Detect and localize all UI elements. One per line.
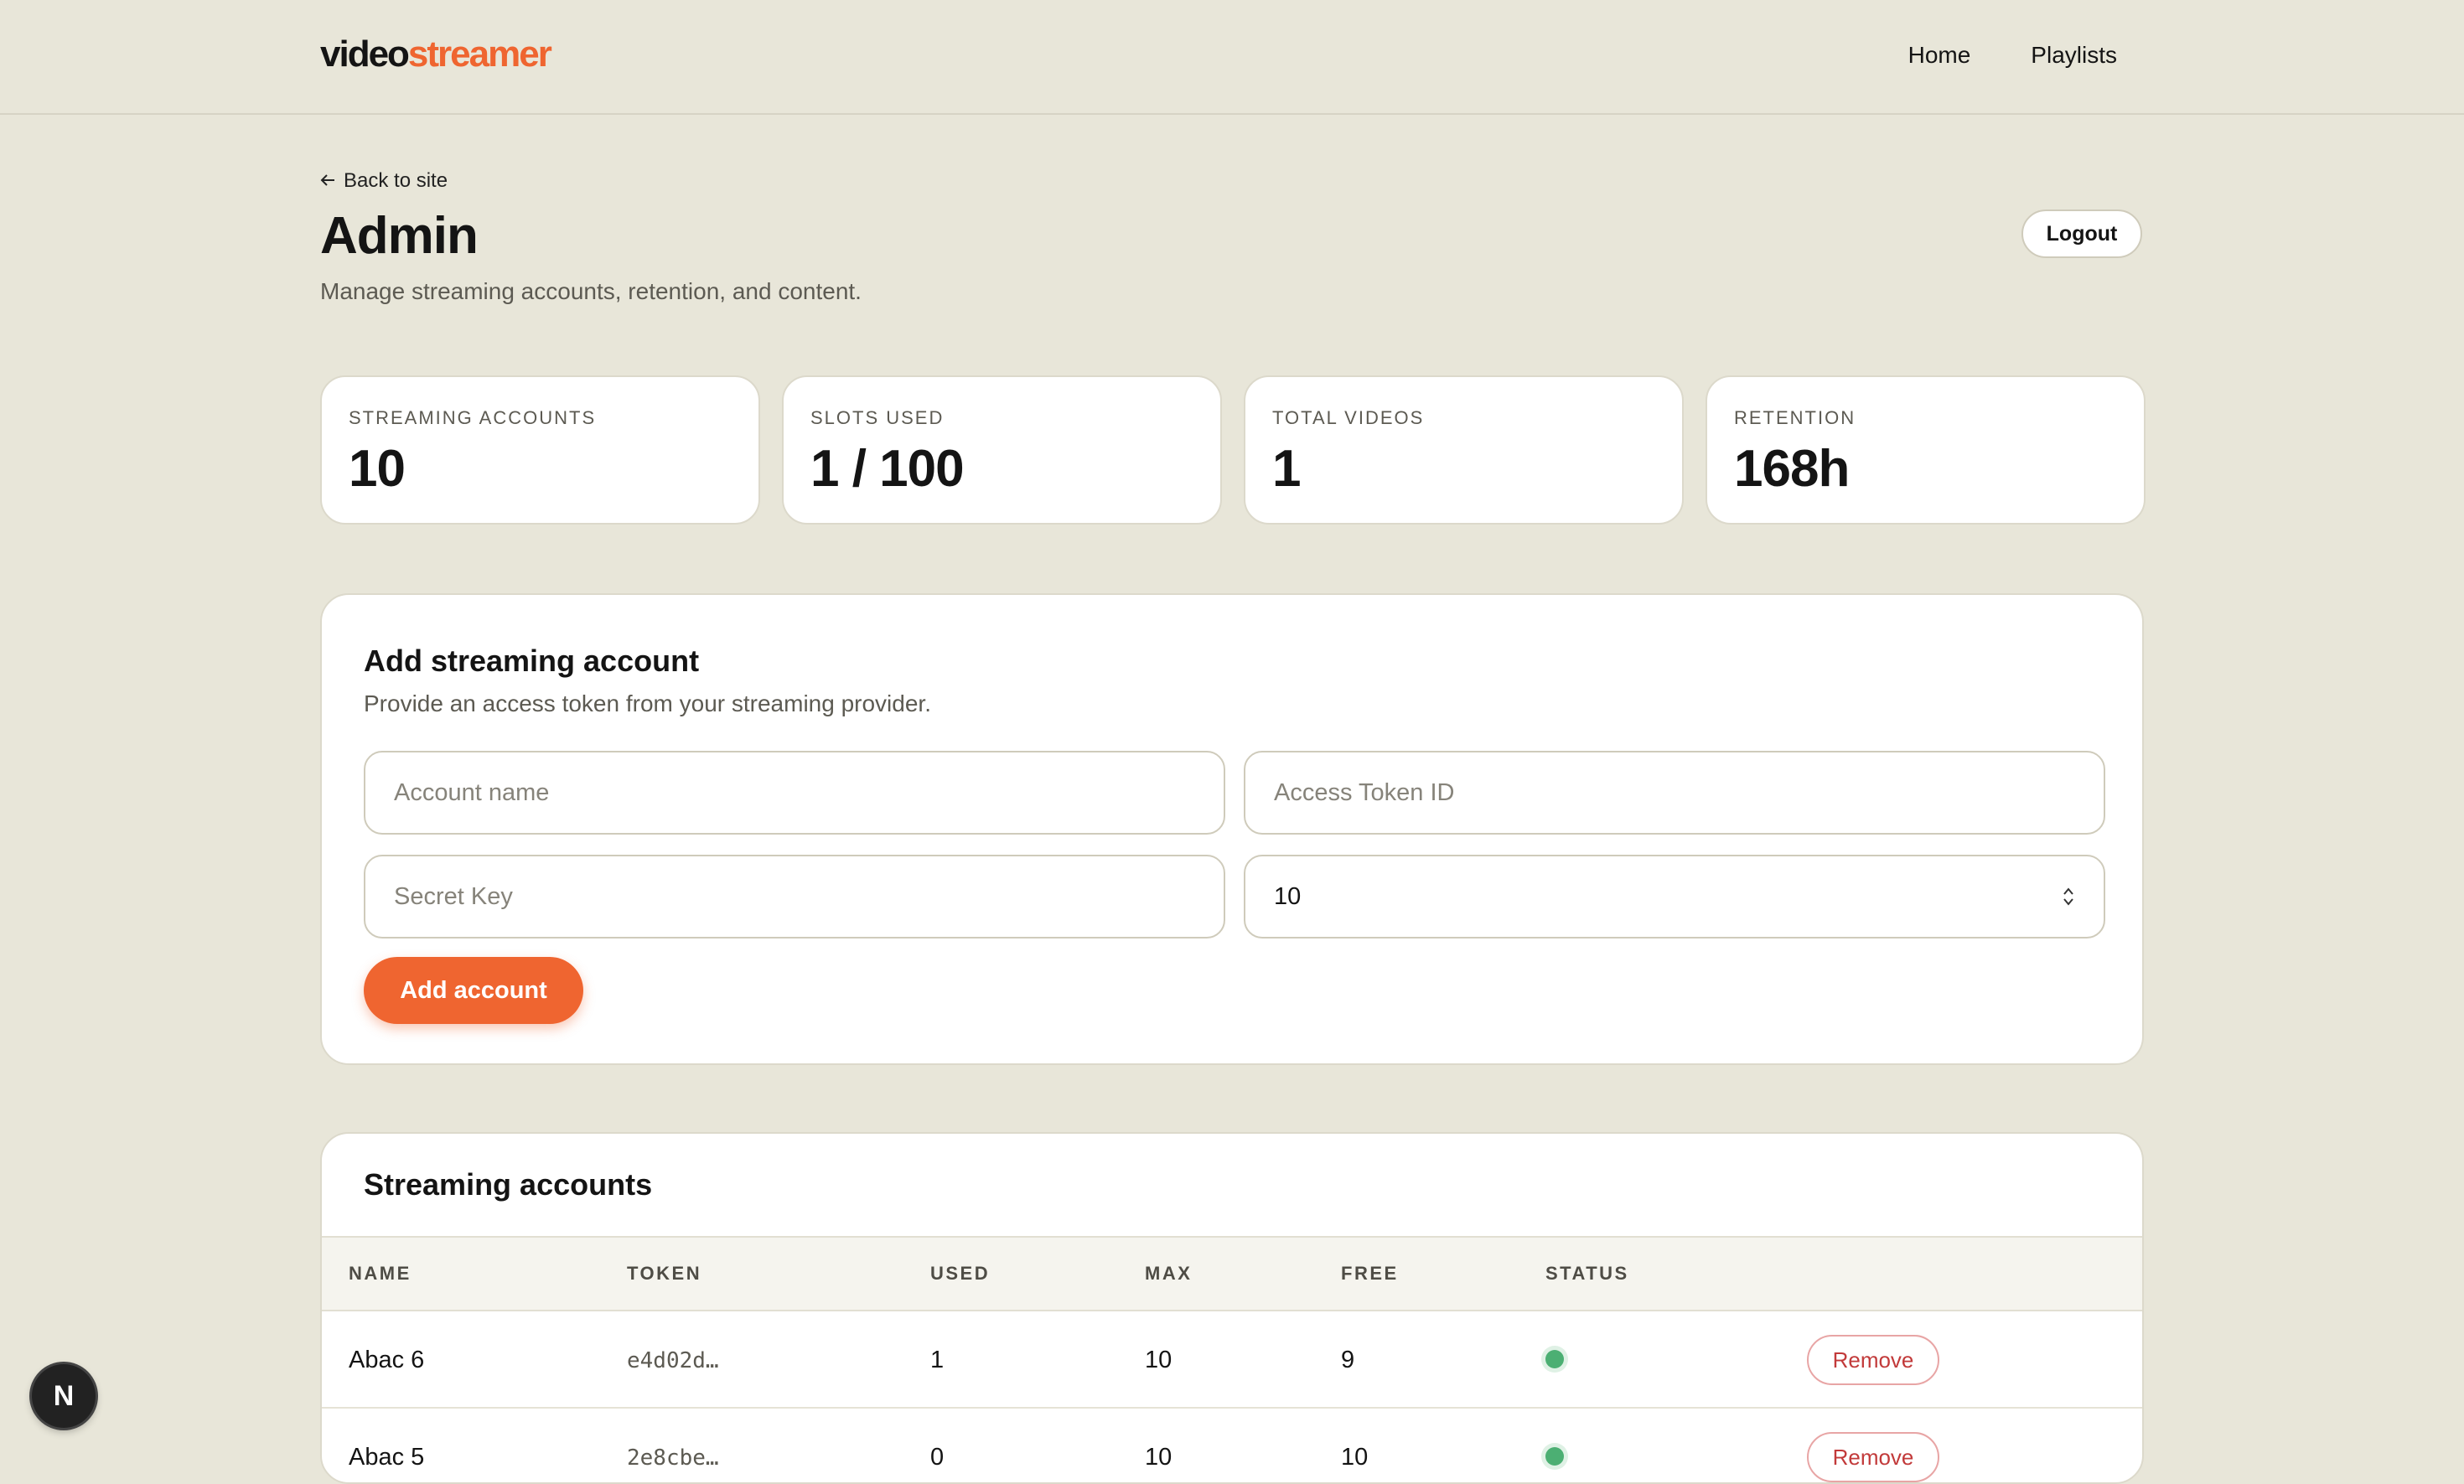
page-subtitle: Manage streaming accounts, retention, an… (320, 278, 862, 304)
logo-text-video: video (320, 34, 410, 75)
account-name: Abac 5 (349, 1444, 425, 1471)
dev-tools-badge[interactable]: N (32, 1364, 96, 1428)
column-header-free: FREE (1341, 1263, 1399, 1284)
add-account-description: Provide an access token from your stream… (364, 690, 931, 716)
account-name-input[interactable] (364, 751, 1225, 835)
logo-text-streamer: streamer (407, 34, 552, 75)
stat-card-retention: RETENTION 168h (1706, 375, 2146, 525)
secret-key-input[interactable] (364, 855, 1225, 938)
remove-account-button[interactable]: Remove (1807, 1335, 1939, 1385)
status-active-dot (1545, 1447, 1564, 1466)
stat-value: 1 / 100 (810, 440, 965, 498)
top-navbar: videostreamer Home Playlists (0, 0, 2464, 115)
stat-value: 10 (349, 440, 406, 498)
table-row: Abac 5 2e8cbe… 0 10 10 Remove (322, 1409, 2142, 1482)
account-used: 0 (930, 1444, 945, 1471)
stat-card-total-videos: TOTAL VIDEOS 1 (1244, 375, 1684, 525)
column-header-name: NAME (349, 1263, 412, 1284)
column-header-token: TOKEN (627, 1263, 702, 1284)
account-max: 10 (1145, 1347, 1172, 1373)
account-name: Abac 6 (349, 1347, 425, 1373)
streaming-accounts-title: Streaming accounts (364, 1167, 653, 1202)
account-max: 10 (1145, 1444, 1172, 1471)
account-free: 9 (1341, 1347, 1355, 1373)
column-header-used: USED (930, 1263, 991, 1284)
logout-button[interactable]: Logout (2021, 209, 2142, 258)
stepper-arrows-icon[interactable] (2062, 886, 2075, 907)
main-nav: Home Playlists (1908, 42, 2117, 69)
nav-link-home[interactable]: Home (1908, 42, 1971, 69)
status-active-dot (1545, 1350, 1564, 1368)
table-row: Abac 6 e4d02d… 1 10 9 Remove (322, 1311, 2142, 1409)
account-free: 10 (1341, 1444, 1369, 1471)
stat-label: SLOTS USED (810, 407, 945, 428)
stat-value: 168h (1734, 440, 1850, 498)
stat-value: 1 (1272, 440, 1301, 498)
streaming-accounts-card: Streaming accounts NAME TOKEN USED MAX F… (320, 1132, 2144, 1484)
arrow-left-icon (320, 169, 335, 193)
stat-label: RETENTION (1734, 407, 1856, 428)
table-header: NAME TOKEN USED MAX FREE STATUS (322, 1236, 2142, 1311)
stat-card-streaming-accounts: STREAMING ACCOUNTS 10 (320, 375, 760, 525)
remove-account-button[interactable]: Remove (1807, 1432, 1939, 1482)
stat-card-slots-used: SLOTS USED 1 / 100 (782, 375, 1222, 525)
stat-label: STREAMING ACCOUNTS (349, 407, 597, 428)
account-used: 1 (930, 1347, 945, 1373)
nav-link-playlists[interactable]: Playlists (2031, 42, 2117, 69)
site-logo[interactable]: videostreamer (320, 34, 552, 75)
account-token: 2e8cbe… (627, 1445, 719, 1471)
account-token: e4d02d… (627, 1348, 719, 1373)
column-header-status: STATUS (1545, 1263, 1629, 1284)
back-to-site-link[interactable]: Back to site (320, 169, 448, 193)
page-title: Admin (320, 207, 479, 265)
add-account-button[interactable]: Add account (364, 957, 583, 1024)
max-slots-value: 10 (1274, 882, 1302, 910)
stats-row: STREAMING ACCOUNTS 10 SLOTS USED 1 / 100… (320, 375, 2146, 525)
max-slots-number-input[interactable]: 10 (1244, 855, 2105, 938)
back-link-label: Back to site (344, 169, 448, 192)
dev-badge-letter: N (53, 1379, 75, 1412)
add-account-title: Add streaming account (364, 644, 700, 678)
stat-label: TOTAL VIDEOS (1272, 407, 1425, 428)
add-account-card: Add streaming account Provide an access … (320, 593, 2144, 1065)
access-token-id-input[interactable] (1244, 751, 2105, 835)
column-header-max: MAX (1145, 1263, 1193, 1284)
